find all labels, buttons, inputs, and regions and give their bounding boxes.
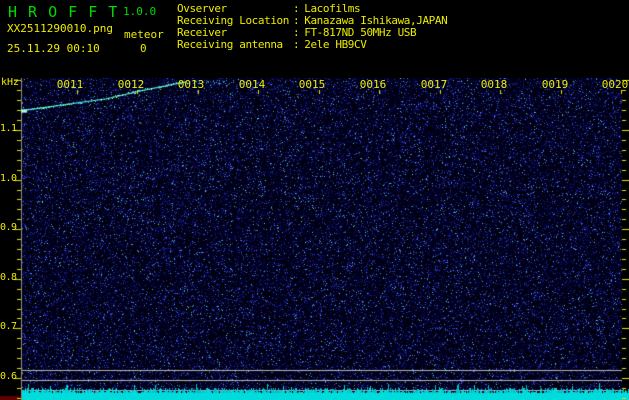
y-axis-unit-label: kHz bbox=[1, 77, 20, 88]
x-tick-label: 0012 bbox=[117, 78, 145, 91]
y-tick-label: 0.6 bbox=[0, 371, 17, 382]
output-filename: XX2511290010.png bbox=[7, 22, 113, 35]
x-tick-label: 0019 bbox=[541, 78, 569, 91]
y-tick-label: 0.8 bbox=[0, 272, 17, 283]
observation-timestamp: 25.11.29 00:10 bbox=[7, 42, 100, 55]
meteor-count-label: meteor bbox=[124, 28, 164, 41]
app-title: H R O F F T bbox=[8, 3, 119, 21]
x-tick-label: 0013 bbox=[177, 78, 205, 91]
app-version: 1.0.0 bbox=[123, 5, 157, 18]
x-tick-label: 0016 bbox=[359, 78, 387, 91]
station-info-block: Ovserver: Lacofilms Receiving Location: Ka… bbox=[177, 3, 448, 51]
spectrogram-canvas bbox=[0, 78, 629, 400]
y-tick-label: 0.7 bbox=[0, 321, 17, 332]
x-tick-label: 0011 bbox=[56, 78, 84, 91]
hrofft-screen: H R O F F T 1.0.0 XX2511290010.png meteo… bbox=[0, 0, 629, 400]
x-tick-label: 0015 bbox=[298, 78, 326, 91]
x-tick-label: 0020 bbox=[601, 78, 629, 91]
y-tick-label: 1.1 bbox=[0, 123, 17, 134]
x-tick-label: 0018 bbox=[480, 78, 508, 91]
info-row-antenna: Receiving antenna:2ele HB9CV bbox=[177, 39, 447, 51]
info-label: Receiving antenna bbox=[177, 38, 283, 51]
y-tick-label: 0.9 bbox=[0, 222, 17, 233]
y-tick-label: 1.0 bbox=[0, 173, 17, 184]
meteor-count-value: 0 bbox=[140, 42, 147, 55]
x-tick-label: 0014 bbox=[238, 78, 266, 91]
info-separator: : bbox=[293, 38, 300, 51]
spectrogram-panel: kHz 1.1 1.0 0.9 0.8 0.7 0.6 0011 0012 00… bbox=[0, 77, 629, 400]
x-tick-label: 0017 bbox=[420, 78, 448, 91]
info-value: 2ele HB9CV bbox=[304, 38, 367, 51]
